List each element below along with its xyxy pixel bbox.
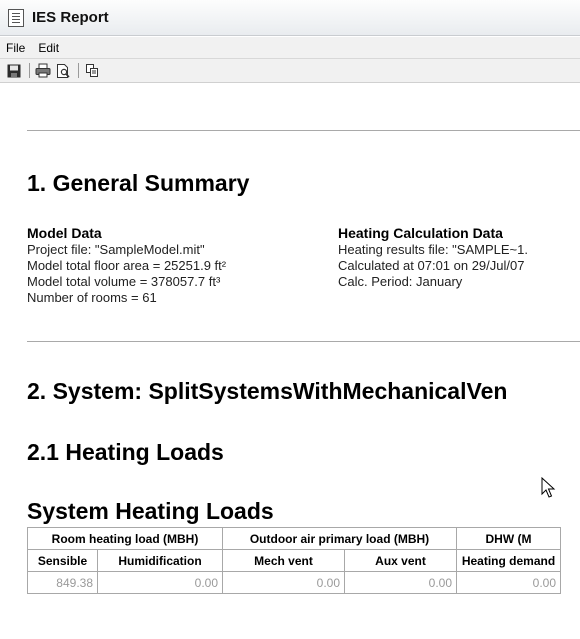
model-data-block: Model Data Project file: "SampleModel.mi…	[27, 225, 226, 306]
menu-edit[interactable]: Edit	[38, 41, 59, 55]
model-data-line: Project file: "SampleModel.mit"	[27, 242, 205, 257]
system-heating-loads-table: Room heating load (MBH) Outdoor air prim…	[27, 527, 561, 594]
model-data-heading: Model Data	[27, 225, 102, 241]
report-document-icon	[8, 8, 24, 27]
menu-file[interactable]: File	[6, 41, 25, 55]
model-data-line: Number of rooms = 61	[27, 290, 157, 305]
copy-icon[interactable]	[83, 62, 101, 80]
table-cell: 849.38	[27, 571, 98, 594]
table-group-header-row: Room heating load (MBH) Outdoor air prim…	[27, 527, 561, 550]
table-row: 849.38 0.00 0.00 0.00 0.00	[27, 571, 561, 594]
sub-header-mech-vent: Mech vent	[222, 549, 345, 572]
section-system-title: 2. System: SplitSystemsWithMechanicalVen	[27, 378, 508, 404]
save-icon[interactable]	[5, 62, 23, 80]
heating-calc-line: Heating results file: "SAMPLE~1.	[338, 242, 528, 257]
group-header-outdoor-air: Outdoor air primary load (MBH)	[222, 527, 457, 550]
toolbar	[0, 59, 580, 83]
divider	[27, 341, 580, 342]
print-icon[interactable]	[34, 62, 52, 80]
toolbar-separator	[29, 63, 30, 78]
system-heating-loads-title: System Heating Loads	[27, 498, 274, 524]
table-cell: 0.00	[97, 571, 223, 594]
toolbar-separator	[78, 63, 79, 78]
model-data-line: Model total volume = 378057.7 ft³	[27, 274, 221, 289]
sub-header-sensible: Sensible	[27, 549, 98, 572]
window-title: IES Report	[32, 9, 109, 26]
report-view[interactable]: 1. General Summary Model Data Project fi…	[0, 84, 580, 639]
table-sub-header-row: Sensible Humidification Mech vent Aux ve…	[27, 549, 561, 572]
heating-calc-line: Calculated at 07:01 on 29/Jul/07	[338, 258, 525, 273]
mouse-pointer-icon	[541, 477, 556, 498]
window-titlebar[interactable]: IES Report	[0, 0, 580, 36]
section-general-summary-title: 1. General Summary	[27, 170, 250, 196]
print-preview-icon[interactable]	[54, 62, 72, 80]
section-heating-loads-title: 2.1 Heating Loads	[27, 439, 224, 465]
sub-header-aux-vent: Aux vent	[344, 549, 457, 572]
table-cell: 0.00	[344, 571, 457, 594]
heating-calc-heading: Heating Calculation Data	[338, 225, 503, 241]
divider	[27, 130, 580, 131]
sub-header-heating-demand: Heating demand	[456, 549, 561, 572]
menu-bar: File Edit	[0, 37, 580, 59]
model-data-line: Model total floor area = 25251.9 ft²	[27, 258, 227, 273]
group-header-dhw: DHW (M	[456, 527, 561, 550]
heating-calc-block: Heating Calculation Data Heating results…	[338, 225, 528, 290]
group-header-room-heating: Room heating load (MBH)	[27, 527, 223, 550]
table-cell: 0.00	[222, 571, 345, 594]
sub-header-humidification: Humidification	[97, 549, 223, 572]
table-cell: 0.00	[456, 571, 561, 594]
heating-calc-line: Calc. Period: January	[338, 274, 463, 289]
